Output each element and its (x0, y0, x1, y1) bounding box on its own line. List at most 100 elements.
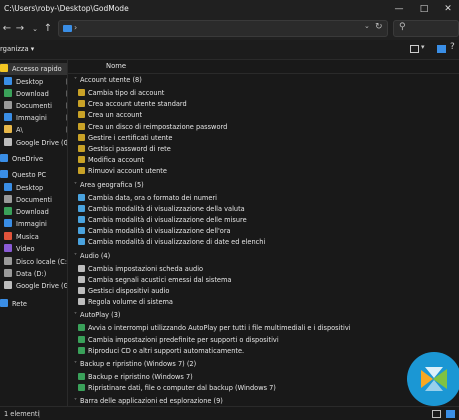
list-item-label: Cambia data, ora o formato dei numeri (88, 193, 217, 202)
group-header[interactable]: ˅ Backup e ripristino (Windows 7) (2) (74, 360, 196, 370)
command-bar: rganizza ▾ ▾ ? (0, 40, 459, 60)
chevron-down-icon[interactable]: ˅ (74, 253, 77, 260)
chevron-down-icon[interactable]: ˅ (74, 398, 77, 405)
sidebar-item[interactable]: Google Drive (G❘ (0, 137, 67, 149)
list-item[interactable]: Rimuovi account utente (78, 166, 167, 176)
sidebar-item[interactable]: Desktop (0, 182, 67, 194)
recent-locations-button[interactable]: ⌄ (28, 22, 42, 36)
maximize-button[interactable]: □ (412, 0, 436, 18)
preview-pane-icon[interactable] (437, 45, 446, 53)
chevron-down-icon[interactable]: ˅ (74, 77, 77, 84)
control-panel-icon (78, 227, 85, 235)
desktop-folder-icon (4, 77, 12, 85)
address-bar[interactable]: › ⌄ ↻ (58, 20, 388, 37)
sidebar-item[interactable]: Rete (0, 298, 67, 310)
list-item[interactable]: Cambia modalità di visualizzazione di da… (78, 237, 265, 247)
sidebar-item-label: Immagini (16, 220, 47, 228)
sidebar-item-label: Desktop (16, 184, 44, 192)
sidebar-item[interactable]: Download❘ (0, 88, 67, 100)
group-header[interactable]: ˅ Account utente (8) (74, 76, 142, 86)
list-item-label: Cambia impostazioni scheda audio (88, 264, 204, 273)
sidebar-item[interactable]: Musica (0, 231, 67, 243)
minimize-button[interactable]: — (387, 0, 411, 18)
list-item[interactable]: Regola volume di sistema (78, 297, 173, 307)
divider (68, 73, 459, 74)
sidebar-item-label: Musica (16, 233, 39, 241)
list-item-label: Ripristinare dati, file o computer dal b… (88, 384, 276, 393)
title-bar: C:\Users\roby-\Desktop\GodMode — □ ✕ (0, 0, 459, 18)
list-item[interactable]: Crea un disco di reimpostazione password (78, 122, 227, 132)
group-header[interactable]: ˅ Area geografica (5) (74, 181, 144, 191)
sidebar-item[interactable]: Documenti (0, 194, 67, 206)
close-button[interactable]: ✕ (436, 0, 459, 18)
breadcrumb-chevron-icon[interactable]: › (74, 23, 77, 32)
list-item[interactable]: Cambia modalità di visualizzazione dell'… (78, 226, 231, 236)
search-input[interactable]: ⚲ (393, 20, 459, 37)
sidebar-item[interactable]: Download (0, 206, 67, 218)
list-item[interactable]: Avvia o interrompi utilizzando AutoPlay … (78, 323, 351, 333)
list-item[interactable]: Cambia modalità di visualizzazione della… (78, 204, 245, 214)
refresh-icon[interactable]: ↻ (375, 22, 383, 32)
group-header[interactable]: ˅ Barra delle applicazioni ed esplorazion… (74, 397, 223, 406)
list-item-label: Cambia modalità di visualizzazione di da… (88, 238, 266, 247)
details-view-icon[interactable] (432, 410, 441, 418)
desktop-folder-icon (4, 183, 12, 191)
list-item[interactable]: Backup e ripristino (Windows 7) (78, 372, 193, 382)
sidebar-item[interactable]: Documenti❘ (0, 100, 67, 112)
sidebar-item-label: Questo PC (12, 171, 47, 179)
help-icon[interactable]: ? (450, 42, 455, 52)
group-header[interactable]: ˅ AutoPlay (3) (74, 311, 121, 321)
group-title: Backup e ripristino (Windows 7) (2) (80, 360, 197, 368)
list-item[interactable]: Ripristinare dati, file o computer dal b… (78, 383, 276, 393)
list-item[interactable]: Modifica account (78, 155, 144, 165)
list-item-label: Avvia o interrompi utilizzando AutoPlay … (88, 324, 351, 333)
column-header-name[interactable]: Nome (106, 62, 126, 70)
control-panel-icon (78, 204, 85, 212)
sidebar-item[interactable]: Desktop❘ (0, 76, 67, 88)
list-item-label: Gestisci password di rete (88, 145, 171, 153)
list-item[interactable]: Gestire i certificati utente (78, 133, 172, 143)
sidebar-item[interactable]: Disco locale (C:) (0, 256, 67, 268)
list-item[interactable]: Cambia tipo di account (78, 88, 164, 98)
list-item[interactable]: Cambia data, ora o formato dei numeri (78, 193, 217, 203)
chevron-down-icon[interactable]: ˅ (74, 182, 77, 189)
tiles-view-icon[interactable] (446, 410, 455, 418)
up-button[interactable]: ↑ (41, 22, 55, 36)
chevron-down-icon[interactable]: ˅ (74, 361, 77, 368)
disk-icon (4, 257, 12, 265)
sidebar-item[interactable]: Immagini (0, 218, 67, 230)
organize-button[interactable]: rganizza ▾ (0, 45, 34, 53)
sidebar-item[interactable]: Immagini❘ (0, 112, 67, 124)
list-item[interactable]: Cambia impostazioni predefinite per supp… (78, 335, 279, 345)
list-item[interactable]: Crea account utente standard (78, 99, 187, 109)
list-item-label: Regola volume di sistema (88, 298, 173, 307)
sidebar-item-label: Desktop (16, 78, 44, 86)
address-dropdown-icon[interactable]: ⌄ (364, 22, 370, 30)
control-panel-icon (78, 238, 85, 246)
view-options-icon[interactable] (410, 45, 419, 53)
forward-button[interactable]: → (13, 22, 27, 36)
view-dropdown-icon[interactable]: ▾ (421, 43, 425, 51)
list-item[interactable]: Cambia modalità di visualizzazione delle… (78, 215, 247, 225)
list-item[interactable]: Cambia impostazioni scheda audio (78, 264, 203, 274)
list-item[interactable]: Crea un account (78, 110, 142, 120)
sidebar-item[interactable]: OneDrive (0, 153, 67, 165)
list-item[interactable]: Gestisci password di rete (78, 144, 171, 154)
sidebar-item[interactable]: Accesso rapido (0, 63, 67, 75)
sidebar-item[interactable]: Google Drive (G:) (0, 280, 67, 292)
list-item[interactable]: Gestisci dispositivi audio (78, 286, 169, 296)
back-button[interactable]: ← (0, 22, 14, 36)
list-item-label: Backup e ripristino (Windows 7) (88, 373, 193, 381)
list-item-label: Crea account utente standard (88, 100, 187, 109)
list-item[interactable]: Riproduci CD o altri supporti automatica… (78, 346, 244, 356)
control-panel-icon (78, 111, 85, 119)
sidebar-item[interactable]: Questo PC (0, 169, 67, 181)
sidebar-item-label: Documenti (16, 102, 52, 110)
sidebar-item-label: A\ (16, 126, 23, 134)
chevron-down-icon[interactable]: ˅ (74, 312, 77, 319)
group-header[interactable]: ˅ Audio (4) (74, 252, 110, 262)
list-item[interactable]: Cambia segnali acustici emessi dal siste… (78, 275, 231, 285)
sidebar-item[interactable]: Video (0, 243, 67, 255)
sidebar-item[interactable]: Data (D:) (0, 268, 67, 280)
sidebar-item[interactable]: A\❘ (0, 124, 67, 136)
